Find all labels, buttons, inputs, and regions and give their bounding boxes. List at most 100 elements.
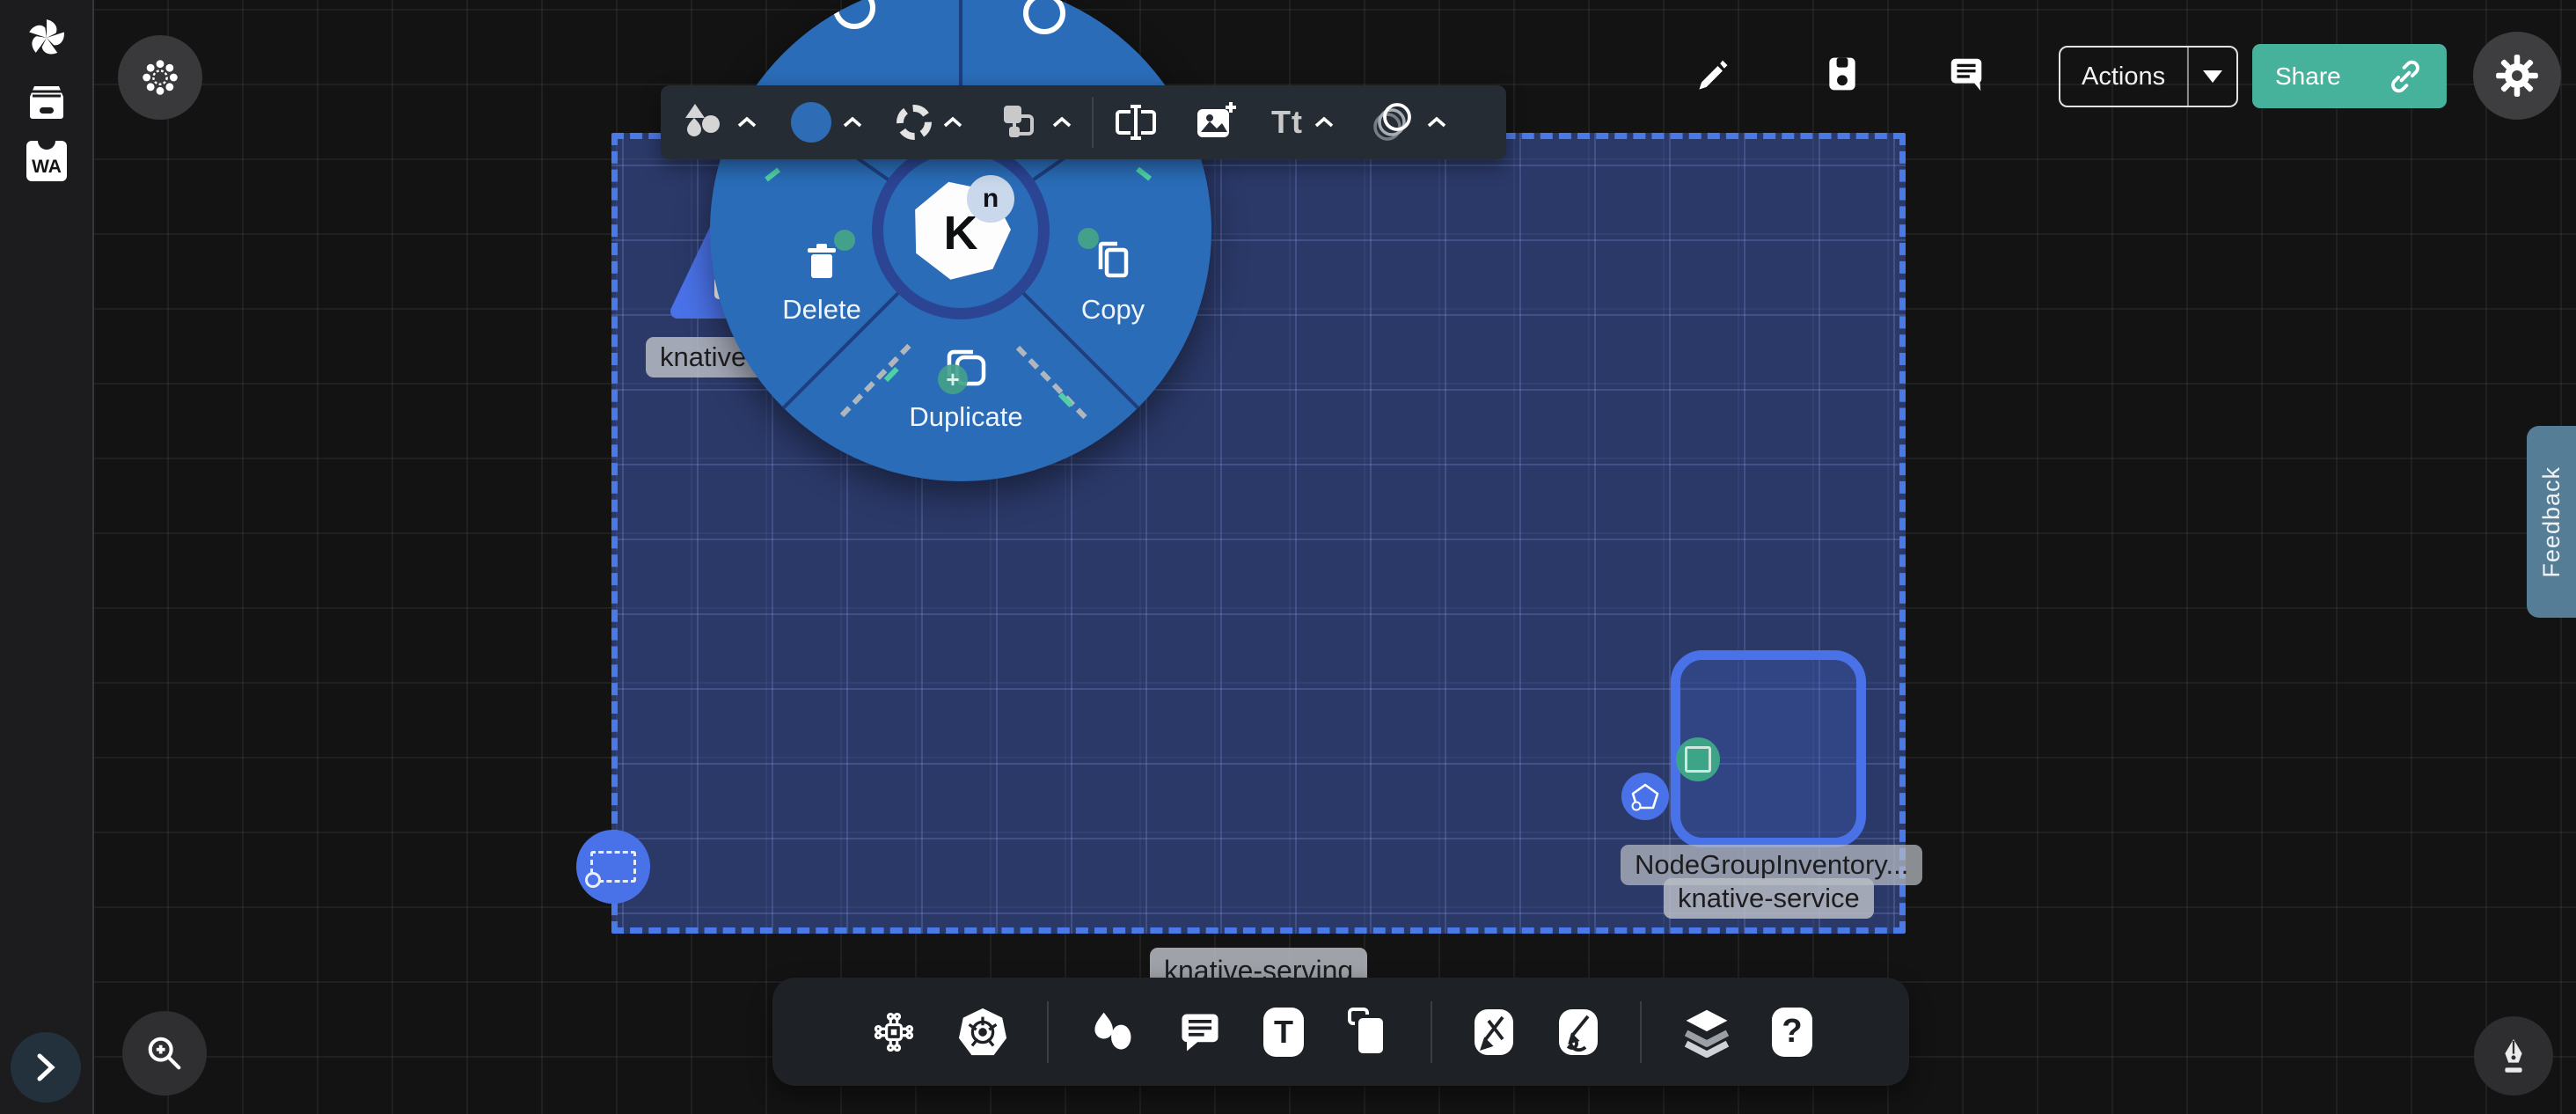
comment-icon (1946, 55, 1987, 95)
cut-menu-option-icon[interactable] (1023, 0, 1065, 34)
shapes-tool[interactable] (1087, 1008, 1137, 1057)
architecture-icon (869, 1008, 918, 1057)
style-toolbar: Tt (661, 85, 1506, 159)
chevron-up-icon (1314, 116, 1335, 128)
save-button[interactable] (1823, 55, 1862, 93)
share-label: Share (2275, 62, 2341, 91)
kubernetes-icon (957, 1007, 1008, 1058)
stroke-style-expand[interactable] (942, 85, 963, 159)
draw-tool[interactable] (1471, 1006, 1517, 1059)
menu-option-delete-label[interactable]: Delete (782, 294, 861, 326)
app-logo[interactable] (25, 16, 69, 60)
opacity-expand[interactable] (1426, 85, 1447, 159)
chevron-up-icon (1051, 116, 1072, 128)
card-tool[interactable] (1343, 1006, 1392, 1059)
annotate-tool[interactable] (1555, 1006, 1601, 1059)
toolbar-divider (1640, 1001, 1642, 1063)
menu-option-duplicate[interactable]: + (941, 345, 991, 394)
menu-option-delete[interactable] (801, 240, 843, 282)
actions-label: Actions (2060, 62, 2187, 92)
zoom-button[interactable] (122, 1011, 207, 1096)
toolbar-divider (1092, 97, 1094, 148)
style-copy-expand[interactable] (1051, 85, 1072, 159)
status-dot (1078, 228, 1099, 249)
layers-tool[interactable] (1680, 1007, 1733, 1058)
architecture-tool[interactable] (869, 1008, 918, 1057)
kubernetes-tool[interactable] (957, 1007, 1008, 1058)
card-icon (1343, 1006, 1392, 1059)
pentagon-badge[interactable] (1621, 773, 1669, 820)
group-label-bottom: knative-service (1664, 878, 1874, 919)
pencil-icon (1694, 56, 1732, 95)
webassembly-nav-item[interactable]: WA (26, 141, 67, 181)
fill-color-swatch (791, 102, 831, 143)
link-icon (2387, 58, 2424, 95)
gear-icon (2494, 53, 2540, 99)
feedback-label: Feedback (2538, 466, 2565, 578)
plus-dot: + (938, 364, 968, 394)
pentagon-icon (1628, 779, 1663, 814)
settings-button[interactable] (2473, 32, 2561, 120)
pinwheel-logo-icon (25, 16, 69, 60)
shapes-icon (1087, 1008, 1137, 1057)
text-size-expand[interactable] (1314, 85, 1335, 159)
opacity-icon (1368, 100, 1416, 144)
radial-context-menu: Delete Copy + Duplicate K n (710, 0, 1211, 481)
fill-color-button[interactable] (791, 85, 831, 159)
layers-icon (1680, 1007, 1733, 1058)
shapes-icon (682, 100, 726, 144)
connection-dashes (1016, 346, 1087, 419)
cut-menu-option-icon[interactable] (833, 0, 875, 29)
fill-color-expand[interactable] (842, 85, 863, 159)
help-tool[interactable]: ? (1772, 1008, 1812, 1057)
rename-button[interactable] (1113, 85, 1159, 159)
connection-dash-teal (1136, 167, 1152, 181)
draw-pen-icon (1471, 1006, 1517, 1059)
text-size-button[interactable]: Tt (1271, 85, 1303, 159)
menu-option-copy[interactable] (1092, 238, 1134, 281)
comment-tool[interactable] (1175, 1008, 1225, 1057)
connection-dash-teal (765, 168, 780, 182)
connection-dashes (840, 344, 911, 417)
shape-style-expand[interactable] (736, 85, 757, 159)
opacity-button[interactable] (1368, 85, 1416, 159)
tools-toolbar: T (772, 978, 1909, 1086)
menu-option-duplicate-label[interactable]: Duplicate (909, 401, 1022, 433)
square-icon (1685, 746, 1711, 773)
style-copy-icon (997, 100, 1041, 144)
copy-icon (1092, 238, 1134, 281)
selection-edge-badge[interactable] (576, 830, 650, 904)
zoom-in-icon (142, 1030, 187, 1076)
chevron-right-icon (33, 1052, 58, 1083)
comments-button[interactable] (1946, 55, 1987, 95)
left-sidebar: WA (0, 0, 94, 1114)
menu-option-copy-label[interactable]: Copy (1081, 294, 1145, 326)
app-window: knative-s NodeGroupInventory... knative-… (0, 0, 2576, 1114)
comment-icon (1175, 1008, 1225, 1057)
rename-field-icon (1113, 105, 1159, 140)
pen-mode-button[interactable] (2474, 1016, 2553, 1096)
config-badge[interactable] (1676, 737, 1720, 781)
shape-style-button[interactable] (682, 85, 726, 159)
pen-nib-icon (2493, 1036, 2534, 1076)
share-button[interactable]: Share (2252, 44, 2447, 108)
add-image-icon (1192, 100, 1238, 144)
chevron-up-icon (736, 116, 757, 128)
text-tool[interactable]: T (1263, 1008, 1304, 1057)
inbox-nav-item[interactable] (25, 81, 69, 121)
expand-sidebar-button[interactable] (11, 1032, 81, 1103)
quick-menu-button[interactable] (118, 35, 202, 120)
flower-icon (140, 57, 180, 98)
actions-button[interactable]: Actions (2059, 46, 2238, 107)
caret-down-icon (2203, 70, 2222, 83)
n-badge: n (967, 175, 1014, 223)
toolbar-divider (1047, 1001, 1049, 1063)
add-image-button[interactable] (1192, 85, 1238, 159)
chevron-up-icon (942, 116, 963, 128)
feedback-tab[interactable]: Feedback (2527, 426, 2576, 618)
edit-button[interactable] (1694, 56, 1732, 95)
save-icon (1823, 55, 1862, 93)
style-copy-button[interactable] (997, 85, 1041, 159)
stroke-style-button[interactable] (896, 85, 932, 159)
annotate-pencil-icon (1555, 1006, 1601, 1059)
